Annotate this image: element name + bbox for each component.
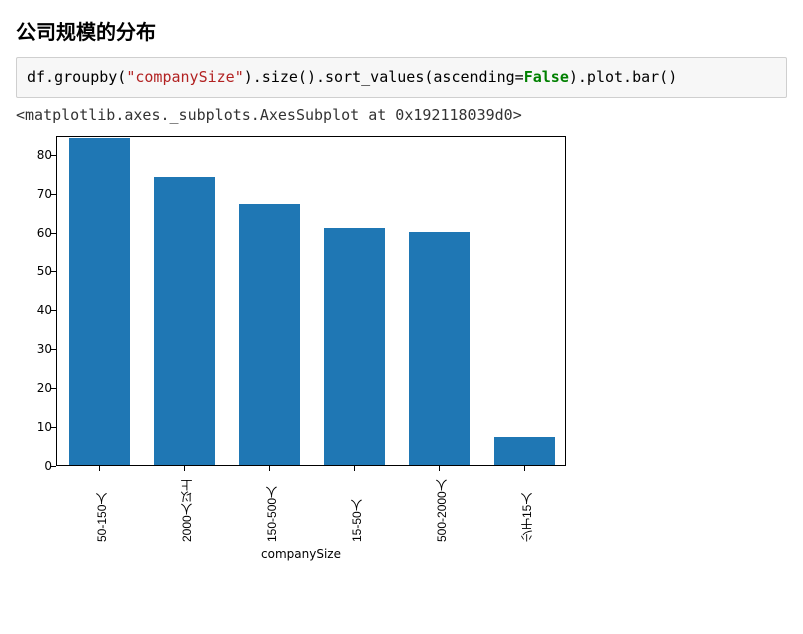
y-tick-label: 80 <box>22 148 52 162</box>
bar <box>409 232 470 465</box>
y-tick-label: 10 <box>22 420 52 434</box>
bar <box>324 228 385 465</box>
bars-container <box>57 137 565 465</box>
bar-chart: 0 10 20 30 40 50 60 70 80 50-150人 2000人以上 150-500人… <box>16 132 586 572</box>
y-tick-label: 30 <box>22 342 52 356</box>
code-seg: ).size().sort_values(ascending= <box>244 68 524 86</box>
x-tick-label: 500-2000人 <box>433 472 450 542</box>
x-tick <box>439 466 440 471</box>
output-repr: <matplotlib.axes._subplots.AxesSubplot a… <box>16 106 787 124</box>
plot-area <box>56 136 566 466</box>
bar <box>239 204 300 464</box>
code-string-literal: "companySize" <box>126 68 243 86</box>
x-axis-label: companySize <box>16 547 586 561</box>
code-constant: False <box>524 68 569 86</box>
bar <box>494 437 555 464</box>
y-tick-label: 40 <box>22 303 52 317</box>
code-seg: ).plot.bar() <box>569 68 677 86</box>
x-tick-label: 150-500人 <box>263 472 280 542</box>
x-tick <box>99 466 100 471</box>
y-tick-label: 70 <box>22 187 52 201</box>
bar <box>69 138 130 464</box>
y-tick-label: 20 <box>22 381 52 395</box>
x-tick-label: 15-50人 <box>348 472 365 542</box>
x-tick-label: 少于15人 <box>518 472 535 542</box>
y-tick-label: 50 <box>22 264 52 278</box>
x-tick-label: 50-150人 <box>93 472 110 542</box>
y-tick-label: 60 <box>22 226 52 240</box>
x-tick <box>524 466 525 471</box>
section-heading: 公司规模的分布 <box>16 16 787 45</box>
x-tick <box>184 466 185 471</box>
code-seg: df.groupby( <box>27 68 126 86</box>
code-cell: df.groupby("companySize").size().sort_va… <box>16 57 787 98</box>
x-tick <box>354 466 355 471</box>
x-tick-label: 2000人以上 <box>178 472 195 542</box>
bar <box>154 177 215 464</box>
x-tick <box>269 466 270 471</box>
y-tick-label: 0 <box>22 459 52 473</box>
